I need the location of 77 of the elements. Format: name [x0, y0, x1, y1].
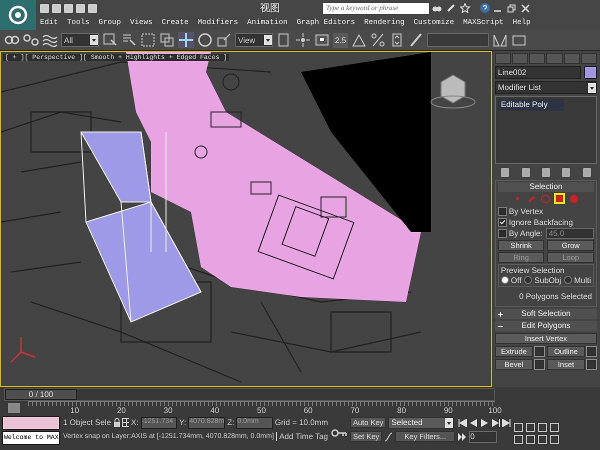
grid-size-text: Grid = 10.0mm — [274, 418, 328, 427]
checkbox[interactable]: Ignore Backfacing — [498, 217, 594, 227]
current-frame-field[interactable]: 0 — [469, 430, 498, 442]
radio-button[interactable]: SubObj — [524, 275, 562, 285]
key-mode-icon[interactable] — [458, 432, 468, 440]
restore-icon[interactable] — [507, 4, 518, 12]
key-icon[interactable] — [331, 429, 347, 437]
unlink-icon[interactable] — [23, 32, 39, 48]
percent-snap-icon[interactable] — [370, 32, 386, 48]
next-frame-icon[interactable] — [491, 418, 500, 426]
window-crossing-icon[interactable] — [159, 32, 175, 48]
object-name-field[interactable]: Line002 — [494, 66, 581, 79]
wave-icon[interactable] — [42, 32, 58, 48]
timeline-tick-label: 100 — [488, 406, 502, 415]
lock-icon[interactable] — [113, 418, 120, 427]
angle-snap-icon[interactable] — [351, 32, 367, 48]
move-icon[interactable] — [178, 32, 194, 48]
timeline-tick-label: 80 — [397, 406, 406, 415]
group-title: Preview Selection — [500, 266, 566, 275]
time-slider-thumb[interactable]: 0 / 100 — [5, 389, 77, 400]
app-logo-icon[interactable] — [0, 0, 36, 30]
settings-icon[interactable] — [586, 359, 597, 370]
timeline-tick-label: 10 — [70, 406, 80, 415]
rollout-header[interactable]: Edit Polygons — [494, 321, 597, 331]
settings-icon[interactable] — [586, 346, 597, 357]
timeline-tick-label: 90 — [444, 406, 453, 415]
timeline-tick-label: 30 — [164, 406, 173, 415]
maxscript-listener-field[interactable] — [2, 416, 60, 430]
rollout-header[interactable]: Selection — [498, 182, 594, 192]
mirror-icon[interactable] — [492, 32, 508, 48]
play-icon[interactable] — [480, 418, 490, 426]
radio-button[interactable]: Multi — [564, 275, 591, 285]
previous-frame-icon[interactable] — [469, 418, 478, 426]
timeline-tick-label: 60 — [304, 406, 313, 415]
key-curve-icon[interactable] — [384, 432, 394, 442]
z-label: Z: — [227, 418, 234, 427]
star-icon[interactable] — [460, 3, 471, 13]
settings-icon[interactable] — [534, 346, 545, 357]
timeline-tick-label: 70 — [350, 406, 360, 415]
scale-icon[interactable] — [216, 32, 232, 48]
manipulate-icon[interactable] — [295, 32, 311, 48]
selection-count-text: 1 Object Sele — [63, 418, 112, 427]
object-color-swatch[interactable] — [584, 66, 597, 79]
go-to-start-icon[interactable] — [458, 418, 468, 426]
viewport-drawing[interactable] — [1, 52, 491, 386]
key-mode-dropdown[interactable]: Selected — [388, 416, 454, 428]
selection-filter-dropdown[interactable]: All — [61, 33, 99, 47]
snap-toggle-button[interactable]: 2.5 — [333, 32, 348, 48]
named-selection-field[interactable] — [427, 33, 489, 47]
select-object-icon[interactable] — [102, 32, 118, 48]
radio-button[interactable]: Off — [500, 275, 522, 285]
window-title: 视图 — [260, 2, 281, 15]
angle-spinner-field[interactable]: 45.0 — [546, 228, 594, 239]
rotate-icon[interactable] — [197, 32, 213, 48]
add-time-tag-text[interactable]: Add Time Tag — [279, 432, 328, 441]
go-to-end-icon[interactable] — [502, 418, 512, 426]
rectangle-select-icon[interactable] — [140, 32, 156, 48]
keyboard-shortcut-icon[interactable] — [314, 32, 330, 48]
modifier-stack-item[interactable]: Editable Poly — [498, 99, 564, 111]
timeline-tick-label: 40 — [210, 406, 220, 415]
select-by-name-icon[interactable] — [121, 32, 137, 48]
settings-icon[interactable] — [534, 359, 545, 370]
close-icon[interactable] — [521, 4, 532, 12]
x-label: X: — [131, 418, 139, 427]
timeline-tick-label: 50 — [257, 406, 266, 415]
help-icon[interactable] — [480, 3, 490, 13]
selection-status-text: 0 Polygons Selected — [518, 291, 593, 303]
checkbox[interactable]: By Angle: — [498, 228, 543, 238]
checkbox[interactable]: By Vertex — [498, 206, 594, 216]
modifier-list-dropdown[interactable]: Modifier List — [494, 81, 597, 94]
timeline-tick-label: 20 — [116, 406, 126, 415]
edit-named-selection-icon[interactable] — [408, 32, 424, 48]
reference-coordinate-dropdown[interactable]: View — [235, 33, 273, 47]
absolute-mode-icon[interactable] — [122, 418, 129, 427]
rollout-header[interactable]: Soft Selection — [494, 309, 597, 319]
y-label: Y: — [179, 418, 186, 427]
polygon-icon[interactable] — [554, 193, 566, 204]
